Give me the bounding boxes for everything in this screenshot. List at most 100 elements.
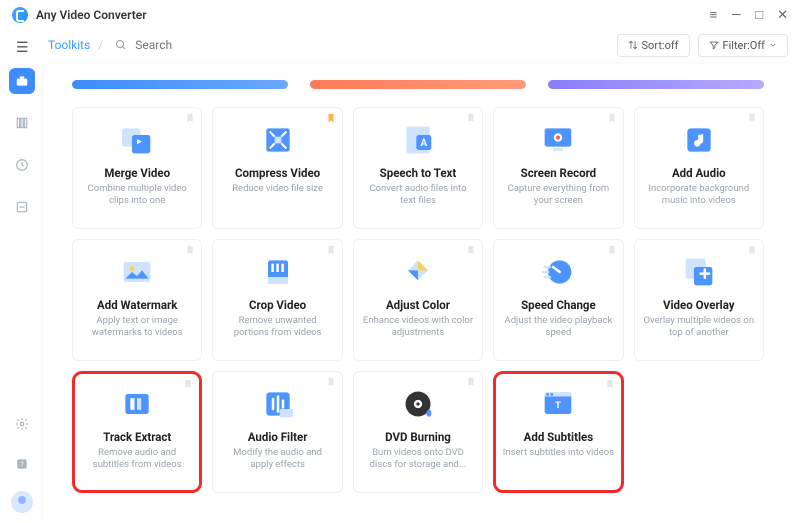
video-overlay-icon <box>679 252 719 292</box>
add-watermark-icon <box>117 252 157 292</box>
bookmark-icon[interactable] <box>747 112 757 124</box>
library-icon <box>15 116 29 130</box>
titlebar: Any Video Converter ≡ — □ ✕ <box>0 0 800 30</box>
main-panel: Merge VideoCombine multiple video clips … <box>44 64 792 523</box>
sort-icon <box>628 40 638 50</box>
app-logo-icon <box>12 7 28 23</box>
toolbar: ☰ Toolkits / Sort:off Filter:Off <box>0 30 800 60</box>
tool-title: Audio Filter <box>248 430 308 444</box>
tool-card-speech-to-text[interactable]: ASpeech to TextConvert audio files into … <box>353 107 483 229</box>
bookmark-icon[interactable] <box>185 244 195 256</box>
audio-filter-icon <box>258 384 298 424</box>
search-icon[interactable] <box>115 39 127 51</box>
bookmark-icon[interactable] <box>326 112 336 124</box>
compress-video-icon <box>258 120 298 160</box>
bookmark-icon[interactable] <box>326 376 336 388</box>
breadcrumb-sep: / <box>98 38 103 52</box>
tool-card-speed-change[interactable]: Speed Change Adjust the video playback sp… <box>493 239 623 361</box>
tool-card-merge-video[interactable]: Merge VideoCombine multiple video clips … <box>72 107 202 229</box>
tool-title: Crop Video <box>249 298 306 312</box>
category-strip-blue[interactable] <box>72 80 288 89</box>
tool-desc: Combine multiple video clips into one <box>81 183 193 207</box>
speed-change-icon <box>538 252 578 292</box>
breadcrumb-root[interactable]: Toolkits <box>48 38 90 52</box>
tool-desc: Insert subtitles into videos <box>503 447 614 459</box>
tool-card-screen-record[interactable]: Screen Record Capture everything from you… <box>493 107 623 229</box>
tool-title: Screen Record <box>521 166 597 180</box>
window-maximize-icon[interactable]: □ <box>755 9 763 22</box>
bookmark-icon[interactable] <box>607 244 617 256</box>
bookmark-icon[interactable] <box>607 112 617 124</box>
tool-card-adjust-color[interactable]: Adjust ColorEnhance videos with color ad… <box>353 239 483 361</box>
tool-desc: Adjust the video playback speed <box>502 315 614 339</box>
category-strips <box>44 64 792 89</box>
tool-card-dvd-burning[interactable]: DVD Burning Burn videos onto DVD discs fo… <box>353 371 483 493</box>
sort-button[interactable]: Sort:off <box>617 34 690 57</box>
window-minimize-icon[interactable]: — <box>731 9 741 22</box>
filter-button[interactable]: Filter:Off <box>698 34 788 57</box>
filter-icon <box>709 40 719 50</box>
tool-desc: Capture everything from your screen <box>502 183 614 207</box>
tool-desc: Reduce video file size <box>232 183 323 195</box>
tool-desc: Remove audio and subtitles from videos <box>81 447 193 471</box>
screen-record-icon <box>538 120 578 160</box>
bookmark-icon[interactable] <box>466 244 476 256</box>
tool-card-track-extract[interactable]: Track Extract Remove audio and subtitles … <box>72 371 202 493</box>
menu-toggle-icon[interactable]: ☰ <box>16 40 29 56</box>
bookmark-icon[interactable] <box>183 378 193 390</box>
tool-desc: Overlay multiple videos on top of anothe… <box>643 315 755 339</box>
tool-card-add-audio[interactable]: Add AudioIncorporate background music in… <box>634 107 764 229</box>
sidebar-item-help[interactable]: ? <box>9 451 35 477</box>
category-strip-purple[interactable] <box>548 80 764 89</box>
gear-icon <box>15 417 29 431</box>
help-icon: ? <box>15 457 29 471</box>
filter-label: Filter:Off <box>723 39 765 52</box>
svg-text:A: A <box>420 138 427 149</box>
tool-card-audio-filter[interactable]: Audio Filter Modify the audio and apply e… <box>212 371 342 493</box>
tool-desc: Modify the audio and apply effects <box>221 447 333 471</box>
tool-card-add-subtitles[interactable]: T Add Subtitles Insert subtitles into vide… <box>493 371 623 493</box>
sidebar-item-settings[interactable] <box>9 411 35 437</box>
sort-label: Sort:off <box>642 39 679 52</box>
tool-desc: Burn videos onto DVD discs for storage a… <box>362 447 474 471</box>
add-subtitles-icon: T <box>538 384 578 424</box>
search-input[interactable] <box>135 38 255 52</box>
tool-title: Track Extract <box>103 430 171 444</box>
tool-title: Add Watermark <box>97 298 177 312</box>
bookmark-icon[interactable] <box>466 376 476 388</box>
bookmark-icon[interactable] <box>466 112 476 124</box>
download-icon <box>15 200 29 214</box>
sidebar: ? <box>0 64 44 523</box>
adjust-color-icon <box>398 252 438 292</box>
tool-desc: Incorporate background music into videos <box>643 183 755 207</box>
tool-desc: Enhance videos with color adjustments <box>362 315 474 339</box>
user-avatar[interactable] <box>11 491 33 513</box>
sidebar-item-toolkits[interactable] <box>9 68 35 94</box>
window-close-icon[interactable]: ✕ <box>777 9 788 22</box>
app-title: Any Video Converter <box>36 8 147 22</box>
tool-desc: Remove unwanted portions from videos <box>221 315 333 339</box>
bookmark-icon[interactable] <box>185 112 195 124</box>
bookmark-icon[interactable] <box>326 244 336 256</box>
category-strip-red[interactable] <box>310 80 526 89</box>
sidebar-item-history[interactable] <box>9 152 35 178</box>
tool-desc: Apply text or image watermarks to videos <box>81 315 193 339</box>
merge-video-icon <box>117 120 157 160</box>
tool-desc: Convert audio files into text files <box>362 183 474 207</box>
add-audio-icon <box>679 120 719 160</box>
window-menu-icon[interactable]: ≡ <box>709 9 717 22</box>
sidebar-item-library[interactable] <box>9 110 35 136</box>
tool-card-compress-video[interactable]: Compress Video Reduce video file size <box>212 107 342 229</box>
tool-card-add-watermark[interactable]: Add Watermark Apply text or image waterma… <box>72 239 202 361</box>
tool-title: DVD Burning <box>385 430 451 444</box>
sidebar-item-downloads[interactable] <box>9 194 35 220</box>
tool-title: Speed Change <box>521 298 596 312</box>
bookmark-icon[interactable] <box>747 244 757 256</box>
bookmark-icon[interactable] <box>605 378 615 390</box>
dvd-burning-icon <box>398 384 438 424</box>
tool-card-crop-video[interactable]: Crop Video Remove unwanted portions from … <box>212 239 342 361</box>
tool-title: Compress Video <box>235 166 320 180</box>
window-controls: ≡ — □ ✕ <box>709 9 788 22</box>
tool-card-video-overlay[interactable]: Video OverlayOverlay multiple videos on … <box>634 239 764 361</box>
tool-title: Add Subtitles <box>524 430 594 444</box>
